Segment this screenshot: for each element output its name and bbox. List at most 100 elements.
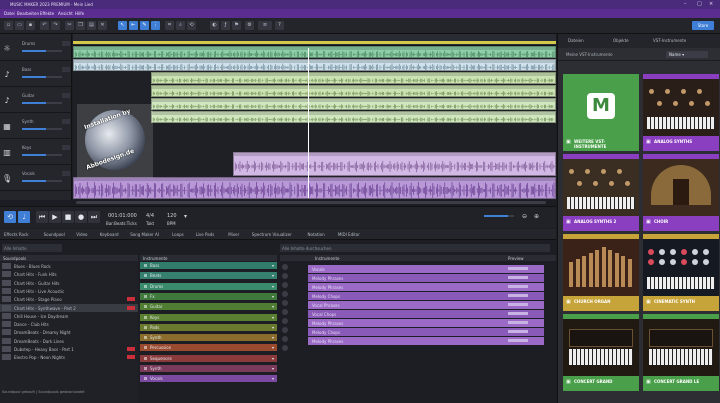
tab-notation[interactable]: Notation: [308, 232, 325, 237]
tab-spectrum-visualizer[interactable]: Spectrum Visualizer: [252, 232, 292, 237]
instrument-card[interactable]: ▣ CINEMATIC SYNTH: [643, 234, 719, 311]
fast-forward-icon[interactable]: ⏭: [88, 211, 100, 223]
list-item[interactable]: Chart Hits - Stage Piano: [0, 295, 138, 303]
tempo-dropdown-icon[interactable]: ▾: [184, 213, 187, 220]
tab-files[interactable]: Dateien: [568, 38, 584, 43]
track-name[interactable]: Drums: [22, 41, 35, 46]
timeline-ruler[interactable]: [73, 34, 556, 46]
loop-row[interactable]: Melody Phrases: [308, 319, 544, 327]
content-filter[interactable]: Alle Inhalte: [2, 244, 62, 252]
loop-row[interactable]: Vocals: [308, 265, 544, 273]
list-item[interactable]: Dance - Club Hits: [0, 320, 138, 328]
tab-loops[interactable]: Loops: [172, 232, 184, 237]
category-item[interactable]: Guitar ▾: [140, 303, 277, 311]
preview-play-icon[interactable]: [282, 327, 288, 333]
loop-toggle-icon[interactable]: ⟲: [4, 211, 16, 223]
list-item[interactable]: Chill House - Ice Daydream: [0, 312, 138, 320]
cut-icon[interactable]: ✂: [65, 21, 74, 30]
tab-mixer[interactable]: Mixer: [228, 232, 239, 237]
mute-solo-button[interactable]: [62, 93, 70, 98]
close-icon[interactable]: ×: [709, 1, 713, 7]
category-item[interactable]: Vocals ▾: [140, 375, 277, 383]
record-icon[interactable]: ●: [75, 211, 87, 223]
mix-icon[interactable]: ≡: [258, 21, 272, 30]
instrument-card[interactable]: ▣ ANALOG SYNTHS: [643, 74, 719, 151]
audio-clip[interactable]: [73, 46, 556, 58]
play-icon[interactable]: ▶: [49, 211, 61, 223]
sort-dropdown[interactable]: Name ▾: [666, 51, 708, 58]
loop-row[interactable]: Vocal Phrases: [308, 301, 544, 309]
tab-live-pads[interactable]: Live Pads: [196, 232, 215, 237]
preview-play-icon[interactable]: [282, 264, 288, 270]
audio-clip[interactable]: [151, 111, 556, 123]
pointer-mode-icon[interactable]: ↖: [118, 21, 127, 30]
open-icon[interactable]: ▭: [15, 21, 24, 30]
audio-clip[interactable]: [151, 85, 556, 97]
volume-icon[interactable]: ◐: [210, 21, 219, 30]
split-mode-icon[interactable]: ⋮: [151, 21, 160, 30]
tab-soundpool[interactable]: Soundpool: [44, 232, 65, 237]
track-volume-slider[interactable]: [22, 50, 62, 52]
category-item[interactable]: Fx ▾: [140, 292, 277, 300]
help-icon[interactable]: ?: [275, 21, 284, 30]
preview-play-icon[interactable]: [282, 336, 288, 342]
audio-clip[interactable]: [151, 98, 556, 110]
category-item[interactable]: Beats ▾: [140, 272, 277, 280]
track-header[interactable]: ▦ Synth: [0, 116, 72, 139]
menu-effects[interactable]: Effekte: [40, 11, 54, 16]
master-volume-slider[interactable]: [484, 215, 514, 217]
loop-row[interactable]: Melody Phrases: [308, 283, 544, 291]
metronome-icon[interactable]: ♩: [18, 211, 30, 223]
mute-solo-button[interactable]: [62, 119, 70, 124]
mute-solo-button[interactable]: [62, 67, 70, 72]
category-item[interactable]: Pads ▾: [140, 323, 277, 331]
list-item[interactable]: DreamBeats - Dreamy Night: [0, 328, 138, 336]
delete-icon[interactable]: ✕: [98, 21, 107, 30]
instrument-card[interactable]: ▣ CHURCH ORGAN: [563, 234, 639, 311]
instrument-card[interactable]: ▣ CONCERT GRAND LE: [643, 314, 719, 391]
zoom-in-icon[interactable]: ⊕: [534, 213, 539, 220]
loop-range-bar[interactable]: [73, 41, 556, 44]
loop-row[interactable]: Melody Phrases: [308, 337, 544, 345]
list-item[interactable]: Chart Hits - Live Acoustic: [0, 287, 138, 295]
preview-play-icon[interactable]: [282, 273, 288, 279]
list-item[interactable]: Dubstep - Heavy Bass - Part 1: [0, 345, 138, 353]
loop-icon[interactable]: ⟲: [187, 21, 196, 30]
settings-icon[interactable]: ⚙: [245, 21, 254, 30]
tab-video[interactable]: Video: [76, 232, 87, 237]
preview-play-icon[interactable]: [282, 291, 288, 297]
loop-row[interactable]: Melody Chops: [308, 292, 544, 300]
menu-file[interactable]: Datei: [4, 11, 15, 16]
fx-icon[interactable]: ƒ: [221, 21, 230, 30]
list-item[interactable]: Chart Hits - Funk Hits: [0, 270, 138, 278]
category-item[interactable]: Sequences ▾: [140, 354, 277, 362]
minimize-icon[interactable]: –: [684, 1, 687, 7]
redo-icon[interactable]: ↷: [51, 21, 60, 30]
tab-objects[interactable]: Objekte: [613, 38, 629, 43]
track-header[interactable]: 🎙 Vocals: [0, 168, 72, 191]
marker-icon[interactable]: ⚑: [232, 21, 241, 30]
snap-icon[interactable]: ⌗: [165, 21, 174, 30]
category-item[interactable]: Bass ▾: [140, 262, 277, 269]
menu-help[interactable]: Hilfe: [75, 11, 84, 16]
audio-clip[interactable]: [233, 152, 556, 176]
loop-row[interactable]: Vocal Chops: [308, 310, 544, 318]
loop-row[interactable]: Melody Phrases: [308, 274, 544, 282]
preview-play-icon[interactable]: [282, 300, 288, 306]
instrument-card[interactable]: ▣ ANALOG SYNTHS 2: [563, 154, 639, 231]
track-volume-slider[interactable]: [22, 128, 62, 130]
list-item[interactable]: Chart Hits - Guitar Hits: [0, 279, 138, 287]
track-volume-slider[interactable]: [22, 76, 62, 78]
save-icon[interactable]: ▪: [26, 21, 35, 30]
rewind-icon[interactable]: ⏮: [36, 211, 48, 223]
list-item[interactable]: DreamBeats - Dark Lines: [0, 337, 138, 345]
loop-row[interactable]: Melody Chops: [308, 328, 544, 336]
audio-clip[interactable]: [73, 177, 556, 199]
list-item[interactable]: Blues - Blues Rock: [0, 262, 138, 270]
instrument-card[interactable]: M ▣ WEITERE VST-INSTRUMENTE: [563, 74, 639, 151]
track-volume-slider[interactable]: [22, 154, 62, 156]
list-item[interactable]: Chart Hits - Synthwave - Part 2: [0, 303, 138, 312]
category-item[interactable]: Percussion ▾: [140, 344, 277, 352]
track-name[interactable]: Bass: [22, 67, 31, 72]
track-header[interactable]: ▥ Keys: [0, 142, 72, 165]
